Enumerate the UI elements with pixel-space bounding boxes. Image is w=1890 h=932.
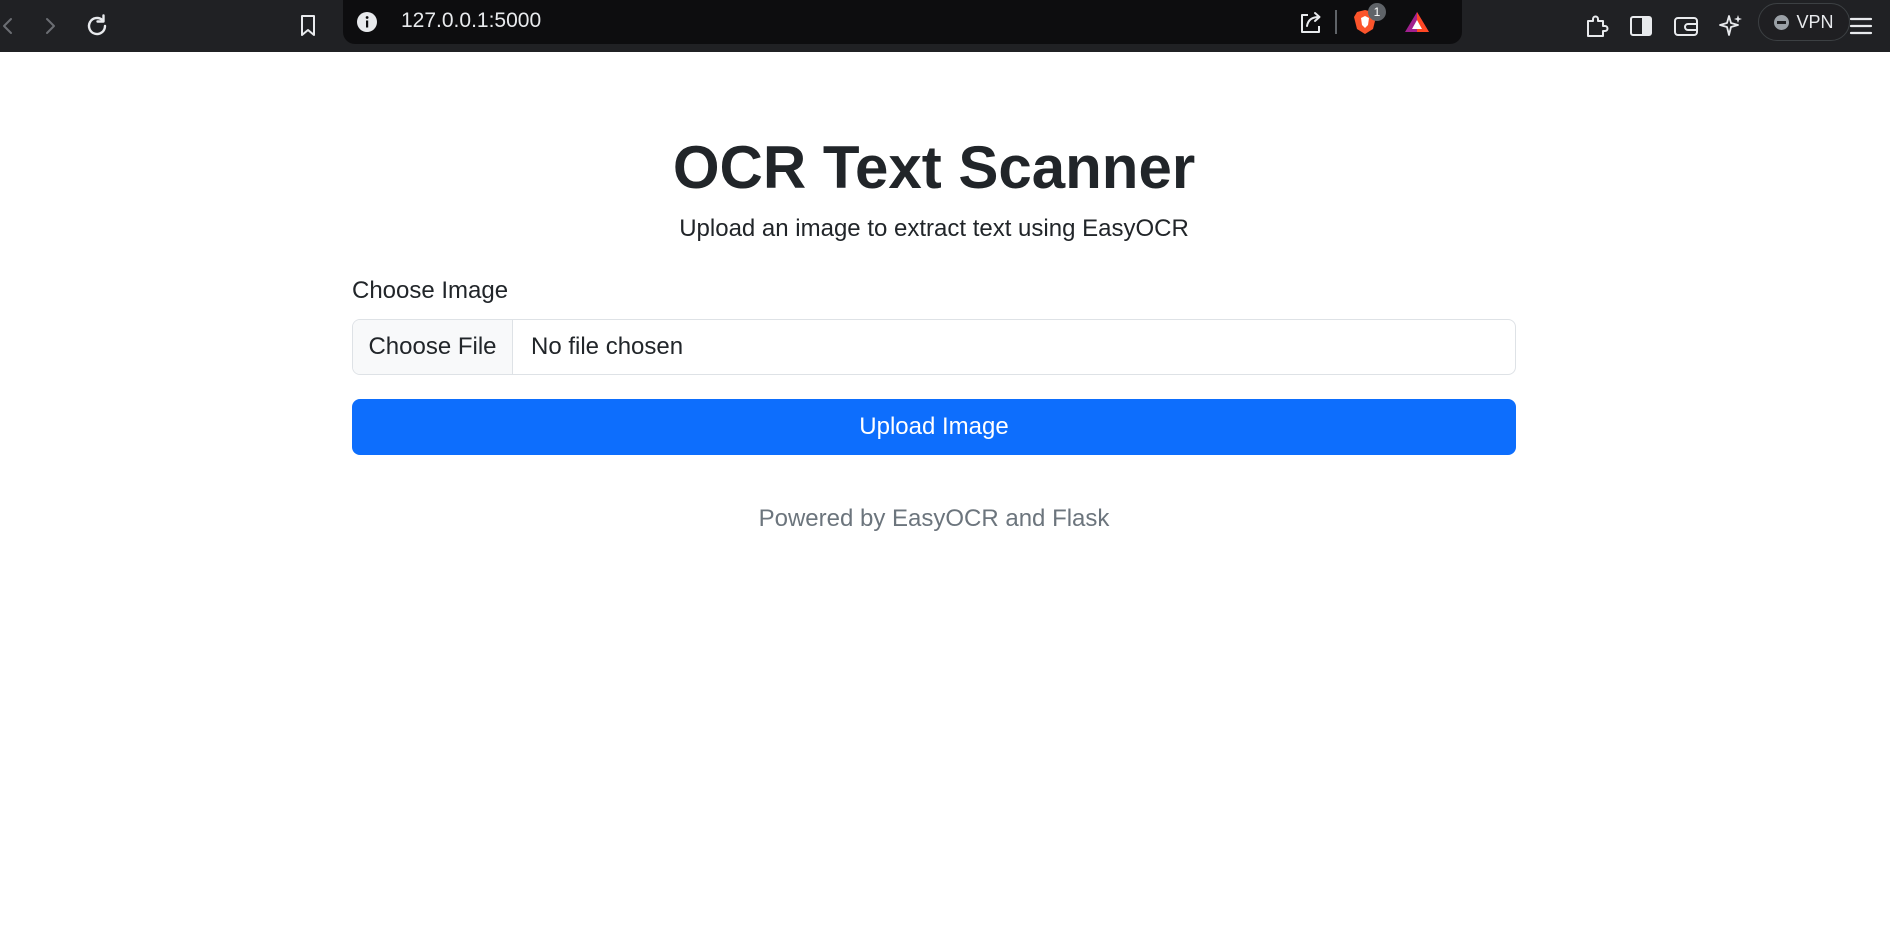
address-bar[interactable]: 127.0.0.1:5000 1 [343,0,1462,44]
site-info-icon[interactable] [347,2,387,42]
vpn-button[interactable]: VPN [1758,3,1850,41]
file-input[interactable]: Choose File No file chosen [352,319,1516,375]
footer-text: Powered by EasyOCR and Flask [758,505,1110,532]
shield-badge-count: 1 [1368,3,1386,21]
reload-icon[interactable] [77,6,117,46]
toolbar-separator [1335,10,1337,34]
share-icon[interactable] [1291,2,1331,42]
choose-file-button[interactable]: Choose File [353,320,513,374]
extensions-icon[interactable] [1576,6,1616,46]
vpn-status-icon [1774,14,1790,30]
upload-image-button[interactable]: Upload Image [352,399,1516,455]
leo-ai-icon[interactable] [1711,6,1751,46]
image-field-label: Choose Image [352,277,509,304]
page-subtitle: Upload an image to extract text using Ea… [679,215,1189,242]
page-title: OCR Text Scanner [672,134,1196,201]
sidebar-icon[interactable] [1621,6,1661,46]
forward-icon[interactable] [30,6,70,46]
browser-toolbar: 127.0.0.1:5000 1 VPN [0,0,1890,52]
url-text[interactable]: 127.0.0.1:5000 [401,9,541,33]
back-icon[interactable] [0,6,28,46]
file-status-text: No file chosen [531,333,684,360]
brave-rewards-icon[interactable] [1397,2,1437,42]
wallet-icon[interactable] [1666,6,1706,46]
vpn-label: VPN [1796,11,1834,32]
menu-icon[interactable] [1841,6,1881,46]
bookmark-icon[interactable] [288,6,328,46]
